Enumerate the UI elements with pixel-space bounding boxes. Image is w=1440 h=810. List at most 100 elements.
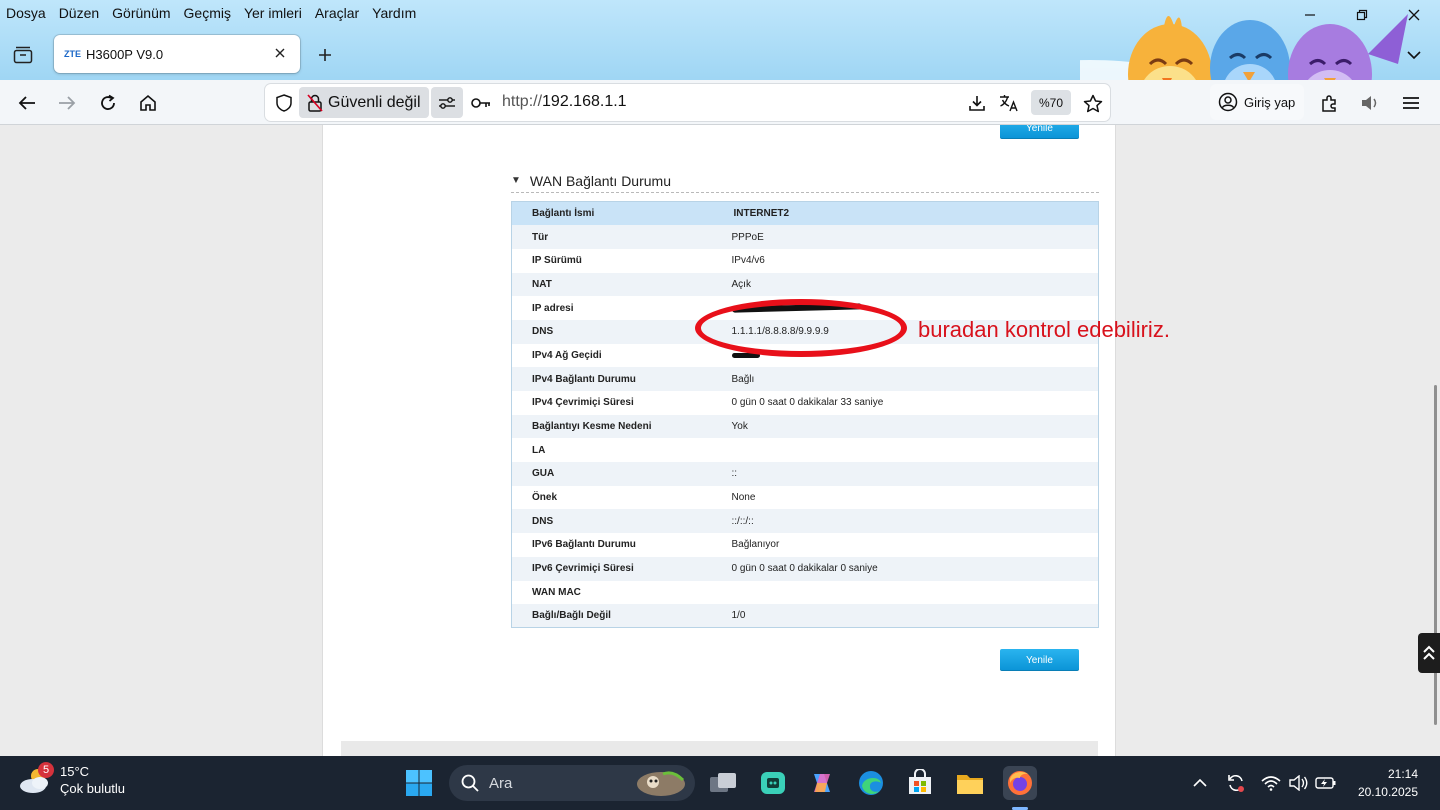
row-label: Bağlı/Bağlı Değil bbox=[532, 610, 611, 622]
microsoft-store-button[interactable] bbox=[903, 766, 937, 800]
store-icon bbox=[909, 769, 931, 794]
menu-duzen[interactable]: Düzen bbox=[59, 5, 99, 21]
firefox-icon bbox=[1008, 771, 1032, 795]
copilot-button[interactable] bbox=[805, 766, 839, 800]
reload-icon bbox=[101, 94, 115, 110]
table-row: IPv4 Bağlantı Durumu Bağlı bbox=[511, 367, 1099, 391]
home-button[interactable] bbox=[134, 89, 162, 117]
edge-button[interactable] bbox=[854, 766, 888, 800]
bookmark-button[interactable] bbox=[1081, 91, 1105, 115]
row-label: IPv6 Çevrimiçi Süresi bbox=[532, 563, 634, 575]
close-icon bbox=[275, 48, 285, 58]
back-button[interactable] bbox=[13, 89, 41, 117]
taskbar-search[interactable]: Ara bbox=[449, 765, 695, 801]
row-value bbox=[732, 438, 1099, 462]
menu-gecmis[interactable]: Geçmiş bbox=[184, 5, 231, 21]
table-row: IPv6 Çevrimiçi Süresi 0 gün 0 saat 0 daki… bbox=[511, 556, 1099, 581]
router-status-page: Yenile ▼ WAN Bağlantı Durumu Bağlantı İs… bbox=[323, 125, 1115, 756]
password-key-button[interactable] bbox=[470, 92, 492, 114]
connection-insecure-indicator[interactable]: Güvenli değil bbox=[299, 87, 429, 118]
reload-button[interactable] bbox=[94, 89, 122, 117]
zte-favicon: ZTE bbox=[64, 49, 81, 59]
address-bar[interactable]: Güvenli değil http://192.168.1.1 %70 bbox=[265, 84, 1110, 121]
file-explorer-button[interactable] bbox=[953, 766, 987, 800]
battery-charging-icon bbox=[1315, 777, 1336, 789]
app-menu-button[interactable] bbox=[1397, 89, 1425, 117]
arrow-left-icon bbox=[18, 96, 35, 110]
row-label: Tür bbox=[532, 231, 549, 243]
system-clock[interactable]: 21:14 20.10.2025 bbox=[1358, 765, 1418, 801]
close-window-button[interactable] bbox=[1388, 0, 1440, 30]
row-label: IP adresi bbox=[532, 302, 574, 314]
row-value: None bbox=[731, 492, 756, 504]
permissions-button[interactable] bbox=[431, 87, 463, 118]
sign-in-label: Giriş yap bbox=[1244, 94, 1296, 110]
tab-router[interactable]: ZTE H3600P V9.0 bbox=[54, 35, 300, 73]
clock-date: 20.10.2025 bbox=[1357, 785, 1418, 799]
task-view-icon bbox=[710, 773, 736, 792]
weather-description: Çok bulutlu bbox=[60, 781, 126, 796]
row-value: 0 gün 0 saat 0 dakikalar 0 saniye bbox=[731, 563, 878, 575]
table-row: Bağlantıyı Kesme Nedeni Yok bbox=[511, 414, 1099, 439]
tab-strip: ZTE H3600P V9.0 bbox=[0, 34, 1440, 76]
tracking-protection-button[interactable] bbox=[273, 92, 295, 114]
weather-badge: 5 bbox=[38, 762, 54, 778]
extensions-button[interactable] bbox=[1315, 89, 1343, 117]
menu-dosya[interactable]: Dosya bbox=[6, 5, 46, 21]
menu-yer-imleri[interactable]: Yer imleri bbox=[244, 5, 302, 21]
refresh-button[interactable]: Yenile bbox=[1000, 649, 1079, 671]
close-icon bbox=[1408, 9, 1420, 21]
weather-widget[interactable]: 5 15°C Çok bulutlu bbox=[18, 762, 126, 796]
search-highlight-sloth-icon bbox=[637, 771, 685, 796]
plus-icon bbox=[319, 49, 331, 61]
search-icon bbox=[461, 774, 479, 792]
arrow-right-icon bbox=[59, 96, 76, 110]
list-all-tabs-button[interactable] bbox=[1402, 43, 1426, 67]
menu-yardim[interactable]: Yardım bbox=[372, 5, 416, 21]
sync-tray-button[interactable] bbox=[1225, 772, 1247, 794]
tab-list-button[interactable] bbox=[10, 42, 36, 68]
row-label: Önek bbox=[532, 492, 558, 504]
wifi-icon bbox=[1261, 776, 1281, 791]
store-app-button[interactable] bbox=[756, 766, 790, 800]
forward-button[interactable] bbox=[53, 89, 81, 117]
table-row: LA bbox=[511, 438, 1099, 463]
clock-time: 21:14 bbox=[1387, 767, 1418, 781]
show-hidden-icons-button[interactable] bbox=[1189, 772, 1211, 794]
new-tab-button[interactable] bbox=[312, 42, 338, 68]
page-scrollbar[interactable] bbox=[1434, 385, 1437, 725]
tab-list-icon bbox=[13, 46, 33, 64]
windows-start-icon[interactable] bbox=[404, 768, 434, 798]
wifi-tray-button[interactable] bbox=[1260, 772, 1282, 794]
translate-button[interactable] bbox=[997, 91, 1021, 115]
minimize-icon bbox=[1305, 14, 1315, 16]
taskbar: 5 15°C Çok bulutlu Ara 21:14 20.10.2025 bbox=[0, 756, 1440, 810]
task-view-button[interactable] bbox=[706, 766, 740, 800]
row-label: GUA bbox=[532, 468, 555, 480]
save-page-button[interactable] bbox=[965, 91, 989, 115]
row-value: Bağlı bbox=[731, 373, 755, 385]
row-value: Yok bbox=[731, 421, 748, 433]
minimize-button[interactable] bbox=[1284, 0, 1336, 30]
restore-button[interactable] bbox=[1336, 0, 1388, 30]
row-value: 0 gün 0 saat 0 dakikalar 33 saniye bbox=[731, 397, 884, 409]
menu-araclar[interactable]: Araçlar bbox=[315, 5, 359, 21]
audio-button[interactable] bbox=[1356, 89, 1384, 117]
menu-gorunum[interactable]: Görünüm bbox=[112, 5, 170, 21]
search-placeholder: Ara bbox=[489, 774, 513, 792]
row-label: LA bbox=[532, 444, 546, 456]
refresh-button-top[interactable]: Yenile bbox=[1000, 125, 1079, 139]
tab-close-button[interactable] bbox=[270, 45, 290, 63]
volume-icon bbox=[1289, 775, 1308, 791]
battery-tray-button[interactable] bbox=[1315, 772, 1337, 794]
chevron-up-icon bbox=[1193, 778, 1207, 787]
scroll-to-top-button[interactable] bbox=[1418, 633, 1440, 673]
zoom-reset-button[interactable]: %70 bbox=[1031, 90, 1071, 115]
row-value bbox=[732, 581, 1099, 605]
wan-section-header[interactable]: ▼ WAN Bağlantı Durumu bbox=[511, 169, 1099, 193]
title-bar: Dosya Düzen Görünüm Geçmiş Yer imleri Ar… bbox=[0, 0, 1440, 80]
firefox-button[interactable] bbox=[1003, 766, 1037, 800]
url-display[interactable]: http://192.168.1.1 bbox=[502, 93, 627, 111]
volume-tray-button[interactable] bbox=[1288, 772, 1310, 794]
sign-in-button[interactable]: Giriş yap bbox=[1210, 84, 1304, 120]
